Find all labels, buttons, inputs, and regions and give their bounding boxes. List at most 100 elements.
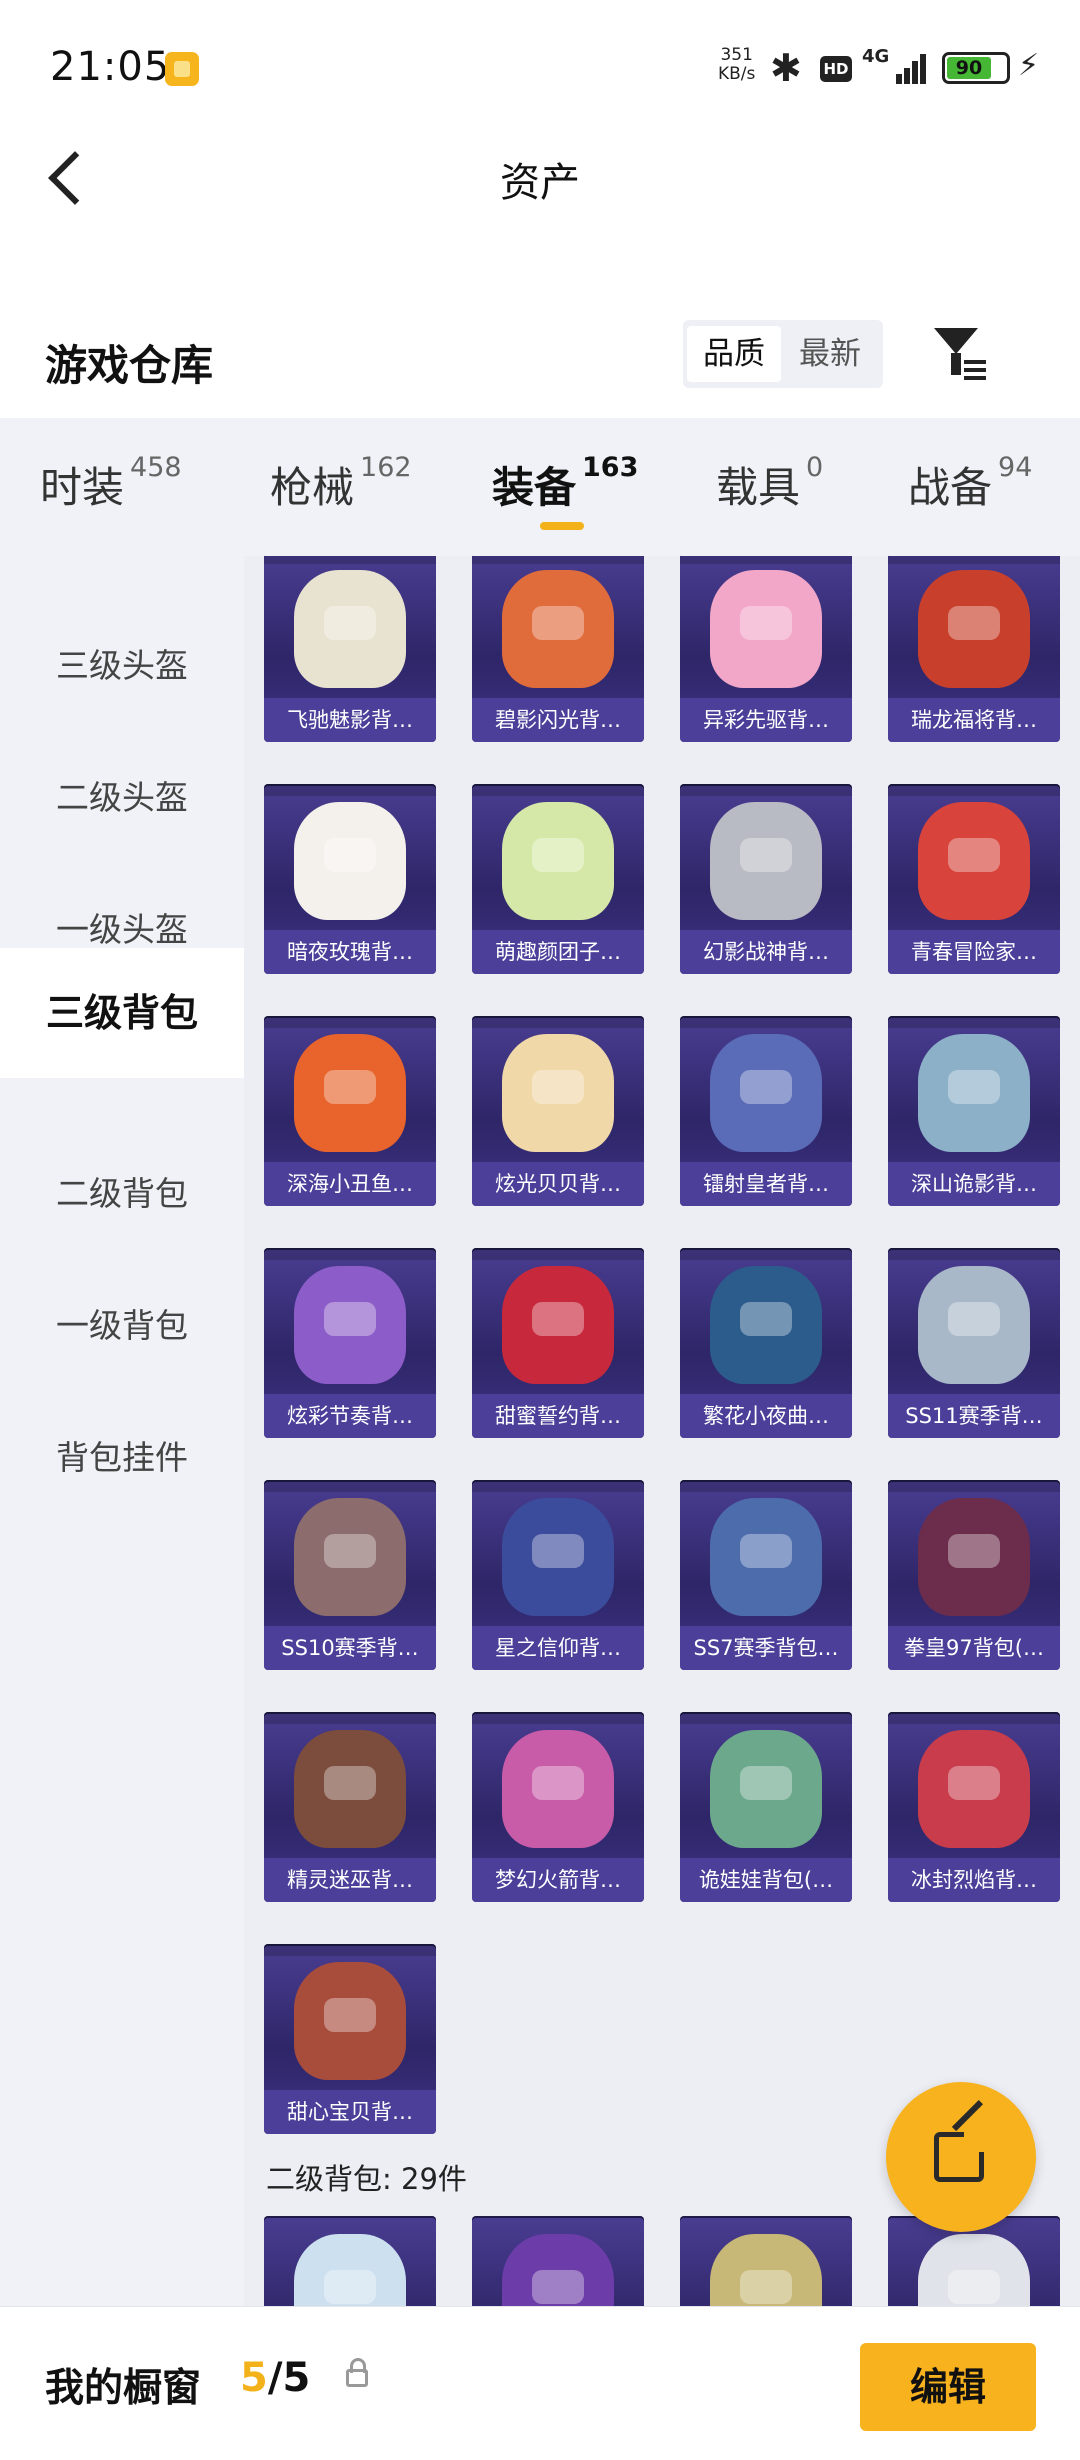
backpack-image [918,2234,1030,2306]
item-name: 碧影闪光背… [472,698,644,742]
item-name: 暗夜玫瑰背… [264,930,436,974]
edit-button[interactable]: 编辑 [860,2343,1036,2431]
item-card[interactable]: 深海小丑鱼… [264,1016,436,1206]
backpack-image [294,802,406,920]
item-card[interactable]: 碧影闪光背… [472,556,644,742]
backpack-image [294,570,406,688]
item-name: 甜蜜誓约背… [472,1394,644,1438]
item-card[interactable]: 镭射皇者背… [680,1016,852,1206]
item-name: 冰封烈焰背… [888,1858,1060,1902]
backpack-image [294,1034,406,1152]
item-name: 炫彩节奏背… [264,1394,436,1438]
item-card[interactable]: 青春冒险家… [888,784,1060,974]
item-name: 炫光贝贝背… [472,1162,644,1206]
backpack-image [294,1266,406,1384]
top-bar: 资产 [0,130,1080,230]
network-speed: 351 KB/s [718,45,756,84]
share-button[interactable] [886,2082,1036,2232]
tab-weapons[interactable]: 枪械 162 [270,452,412,515]
battery-icon: 90 [942,52,1010,84]
item-name: 甜心宝贝背… [264,2090,436,2134]
item-card[interactable]: 深山诡影背… [888,1016,1060,1206]
tab-supplies[interactable]: 战备 94 [908,452,1032,515]
item-name: 繁花小夜曲… [680,1394,852,1438]
item-card[interactable]: 幻影战神背… [680,784,852,974]
backpack-image [502,802,614,920]
item-name: 梦幻火箭背… [472,1858,644,1902]
item-card[interactable]: 精灵迷巫背… [264,1712,436,1902]
status-time: 21:05 [50,44,171,90]
item-card[interactable]: 甜蜜誓约背… [472,1248,644,1438]
backpack-image [502,1498,614,1616]
item-card[interactable]: 梦幻火箭背… [472,1712,644,1902]
item-card[interactable]: 炫光贝贝背… [472,1016,644,1206]
backpack-image [710,1730,822,1848]
sidebar-item-helmet-2[interactable]: 二级头盔 [0,754,244,842]
item-name: 星之信仰背… [472,1626,644,1670]
item-card[interactable]: 暗夜玫瑰背… [264,784,436,974]
backpack-image [294,1730,406,1848]
showcase-label: 我的橱窗 [45,2366,202,2411]
sidebar-item-backpack-charm[interactable]: 背包挂件 [0,1414,244,1502]
item-name: SS11赛季背… [888,1394,1060,1438]
item-card[interactable]: 诡娃娃背包(… [680,1712,852,1902]
backpack-image [502,1730,614,1848]
item-card[interactable] [680,2216,852,2306]
item-card[interactable]: 甜心宝贝背… [264,1944,436,2134]
showcase-count: 5/5 [240,2355,311,2401]
sidebar-item-backpack-1[interactable]: 一级背包 [0,1282,244,1370]
item-card[interactable]: 冰封烈焰背… [888,1712,1060,1902]
signal-icon [882,52,928,84]
backpack-image [294,1962,406,2080]
item-grid: 二级背包: 29件 飞驰魅影背… 碧影闪光背… 异彩先驱背… 瑞龙福将背… 暗夜玫瑰背…… [244,556,1080,2306]
item-name: 深海小丑鱼… [264,1162,436,1206]
item-name: SS10赛季背… [264,1626,436,1670]
active-tab-indicator [540,522,584,530]
item-name: 青春冒险家… [888,930,1060,974]
backpack-image [502,1034,614,1152]
item-name: 幻影战神背… [680,930,852,974]
sidebar-item-backpack-2[interactable]: 二级背包 [0,1150,244,1238]
item-card[interactable]: SS11赛季背… [888,1248,1060,1438]
filter-icon[interactable] [930,322,992,384]
item-name: 深山诡影背… [888,1162,1060,1206]
tab-equipment[interactable]: 装备 163 [492,452,638,515]
tab-fashion[interactable]: 时装 458 [40,452,182,515]
tab-vehicles[interactable]: 载具 0 [716,452,823,515]
item-card[interactable]: 炫彩节奏背… [264,1248,436,1438]
item-name: 诡娃娃背包(… [680,1858,852,1902]
item-card[interactable]: 繁花小夜曲… [680,1248,852,1438]
backpack-image [918,1034,1030,1152]
backpack-image [710,1034,822,1152]
sort-toggle: 品质 最新 [683,320,883,388]
item-card[interactable] [264,2216,436,2306]
sidebar-item-backpack-3[interactable]: 三级背包 [0,948,244,1078]
backpack-image [710,802,822,920]
charging-icon: ⚡ [1018,48,1040,83]
item-name: 拳皇97背包(… [888,1626,1060,1670]
backpack-image [710,1266,822,1384]
item-name: SS7赛季背包… [680,1626,852,1670]
bluetooth-icon: ✱ [770,46,802,90]
backpack-image [502,2234,614,2306]
backpack-image [710,2234,822,2306]
backpack-image [710,1498,822,1616]
item-card[interactable]: 拳皇97背包(… [888,1480,1060,1670]
item-card[interactable]: 异彩先驱背… [680,556,852,742]
item-card[interactable]: 萌趣颜团子… [472,784,644,974]
item-card[interactable]: SS7赛季背包… [680,1480,852,1670]
sidebar-item-helmet-3[interactable]: 三级头盔 [0,622,244,710]
item-card[interactable]: 瑞龙福将背… [888,556,1060,742]
item-name: 飞驰魅影背… [264,698,436,742]
item-card[interactable] [472,2216,644,2306]
backpack-image [918,1730,1030,1848]
item-card[interactable]: 星之信仰背… [472,1480,644,1670]
item-card[interactable]: SS10赛季背… [264,1480,436,1670]
backpack-image [502,570,614,688]
item-card[interactable]: 飞驰魅影背… [264,556,436,742]
hd-badge: HD [820,56,852,82]
sort-quality-button[interactable]: 品质 [687,326,781,382]
notification-icon [165,52,199,86]
section-title: 游戏仓库 [45,341,214,390]
sort-newest-button[interactable]: 最新 [783,326,877,382]
